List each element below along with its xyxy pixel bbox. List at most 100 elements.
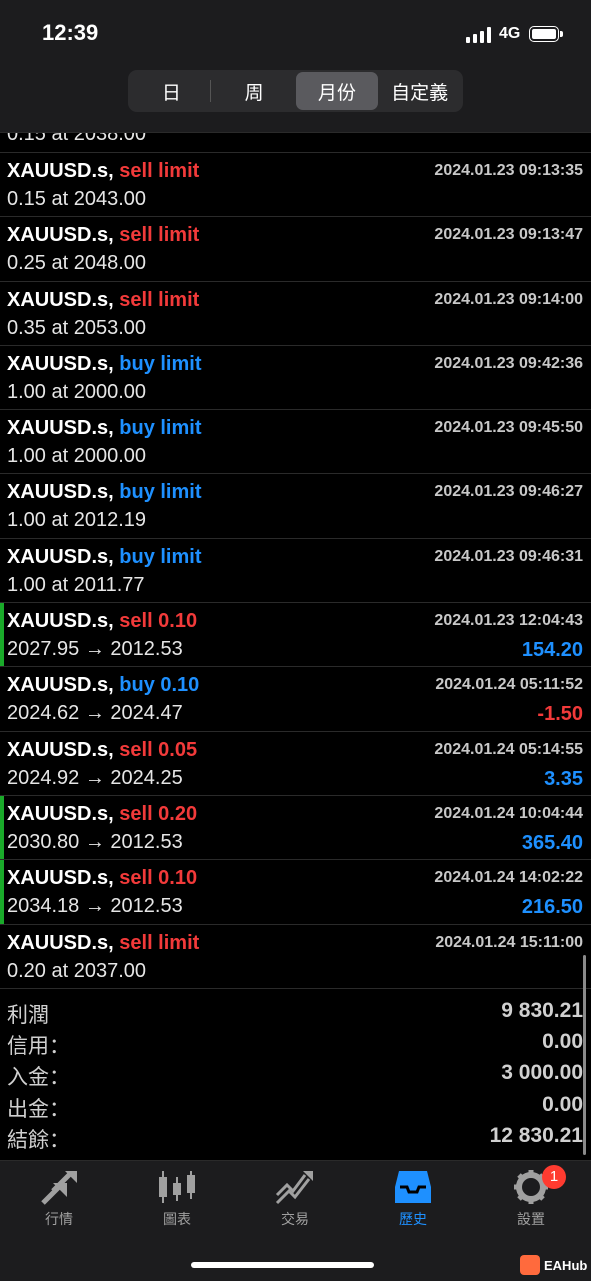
order-action: buy 0.10 xyxy=(119,674,200,697)
summary-value: 0.00 xyxy=(542,1030,583,1054)
order-action: buy limit xyxy=(119,352,202,375)
tab-label: 設置 xyxy=(517,1211,545,1227)
order-title: XAUUSD.s, sell 0.05 xyxy=(7,739,197,762)
order-title: XAUUSD.s, sell limit xyxy=(7,289,199,312)
summary-label: 入金： xyxy=(7,1066,70,1090)
order-detail: 2030.80 → 2012.53 xyxy=(7,830,183,853)
summary-label: 信用： xyxy=(7,1035,70,1059)
order-detail: 2024.62 → 2024.47 xyxy=(7,702,183,725)
order-timestamp: 2024.01.23 09:13:35 xyxy=(434,162,583,179)
order-timestamp: 2024.01.24 10:04:44 xyxy=(434,804,583,822)
segment-month[interactable]: 月份 xyxy=(295,72,379,110)
list-item[interactable]: XAUUSD.s, sell limit 2024.01.24 15:11:00 0… xyxy=(0,925,591,989)
candlestick-chart-icon xyxy=(159,1171,195,1203)
order-detail: 0.15 at 2043.00 xyxy=(7,188,147,210)
list-item[interactable]: XAUUSD.s, buy limit 2024.01.23 09:45:50 1.… xyxy=(0,410,591,475)
order-title: XAUUSD.s, buy limit xyxy=(7,481,202,504)
order-detail: 1.00 at 2000.00 xyxy=(7,380,147,403)
history-list[interactable]: 0.15 at 2038.00 XAUUSD.s, sell limit 2024… xyxy=(0,133,591,991)
order-title: XAUUSD.s, sell limit xyxy=(7,932,199,955)
order-detail: 1.00 at 2011.77 xyxy=(7,573,145,596)
profit-indicator-bar xyxy=(0,860,4,924)
order-action: buy limit xyxy=(119,545,202,568)
tab-settings[interactable]: 1 設置 xyxy=(472,1165,590,1239)
history-inbox-icon xyxy=(395,1171,431,1203)
order-timestamp: 2024.01.23 12:04:43 xyxy=(434,612,583,630)
order-timestamp: 2024.01.23 09:46:27 xyxy=(434,483,583,501)
segment-day[interactable]: 日 xyxy=(130,72,213,110)
order-action: sell 0.20 xyxy=(119,802,198,825)
order-action: sell limit xyxy=(119,224,200,247)
order-title: XAUUSD.s, sell 0.10 xyxy=(7,610,197,633)
home-indicator[interactable] xyxy=(191,1262,374,1268)
account-summary: 利潤 9 830.21 信用： 0.00 入金： 3 000.00 出金： 0.… xyxy=(0,997,591,1153)
quotes-arrows-icon xyxy=(41,1171,77,1205)
order-detail: 2034.18 → 2012.53 xyxy=(7,895,183,918)
symbol: XAUUSD.s, xyxy=(7,224,114,247)
order-title: XAUUSD.s, buy 0.10 xyxy=(7,674,199,697)
list-item[interactable]: 0.15 at 2038.00 xyxy=(0,133,591,153)
tab-trade[interactable]: 交易 xyxy=(236,1169,354,1239)
order-detail: 2027.95 → 2012.53 xyxy=(7,638,183,661)
list-item[interactable]: XAUUSD.s, sell 0.20 2024.01.24 10:04:44 20… xyxy=(0,795,591,861)
list-item[interactable]: XAUUSD.s, sell 0.10 2024.01.23 12:04:43 20… xyxy=(0,603,591,668)
segment-divider xyxy=(210,80,211,102)
list-item[interactable]: XAUUSD.s, sell limit 2024.01.23 09:13:35 0… xyxy=(0,153,591,218)
list-item[interactable]: XAUUSD.s, sell 0.10 2024.01.24 14:02:22 20… xyxy=(0,860,591,925)
signal-icon xyxy=(466,27,491,43)
symbol: XAUUSD.s, xyxy=(7,674,114,697)
summary-withdrawal: 出金： 0.00 xyxy=(0,1091,591,1122)
list-item[interactable]: XAUUSD.s, buy limit 2024.01.23 09:46:27 1.… xyxy=(0,474,591,539)
list-item[interactable]: XAUUSD.s, sell limit 2024.01.23 09:14:00 0… xyxy=(0,282,591,346)
order-timestamp: 2024.01.23 09:14:00 xyxy=(434,290,583,308)
order-timestamp: 2024.01.24 15:11:00 xyxy=(435,933,583,951)
summary-deposit: 入金： 3 000.00 xyxy=(0,1059,591,1090)
symbol: XAUUSD.s, xyxy=(7,610,114,633)
list-item[interactable]: XAUUSD.s, buy 0.10 2024.01.24 05:11:52 202… xyxy=(0,667,591,732)
order-title: XAUUSD.s, buy limit xyxy=(7,546,202,569)
order-profit: 365.40 xyxy=(521,831,583,854)
summary-balance: 結餘： 12 830.21 xyxy=(0,1122,591,1153)
order-action: sell limit xyxy=(119,160,200,182)
symbol: XAUUSD.s, xyxy=(7,867,114,890)
segment-week[interactable]: 周 xyxy=(213,72,296,110)
segment-custom[interactable]: 自定義 xyxy=(378,72,461,110)
trade-trend-icon xyxy=(275,1171,313,1205)
order-action: sell limit xyxy=(119,931,200,954)
order-title: XAUUSD.s, buy limit xyxy=(7,353,202,376)
tab-history[interactable]: 歷史 xyxy=(354,1169,472,1239)
order-title: XAUUSD.s, sell limit xyxy=(7,224,199,247)
list-item[interactable]: XAUUSD.s, sell limit 2024.01.23 09:13:47 0… xyxy=(0,217,591,282)
summary-value: 9 830.21 xyxy=(501,999,583,1022)
order-detail: 0.25 at 2048.00 xyxy=(7,252,147,275)
order-profit: 154.20 xyxy=(521,639,583,662)
order-action: sell limit xyxy=(119,288,200,311)
order-action: buy limit xyxy=(119,417,202,440)
clock: 12:39 xyxy=(42,20,99,45)
summary-label: 利潤 xyxy=(7,1004,49,1027)
watermark: EAHub xyxy=(520,1255,587,1275)
order-action: sell 0.10 xyxy=(119,610,198,633)
order-title: XAUUSD.s, buy limit xyxy=(7,417,202,440)
notification-badge: 1 xyxy=(542,1165,566,1189)
order-timestamp: 2024.01.24 14:02:22 xyxy=(434,869,583,887)
period-segmented-control: 日 周 月份 自定義 xyxy=(128,70,463,112)
summary-profit: 利潤 9 830.21 xyxy=(0,997,591,1028)
profit-indicator-bar xyxy=(0,795,4,860)
battery-icon xyxy=(529,26,563,42)
summary-value: 12 830.21 xyxy=(489,1123,583,1147)
tab-charts[interactable]: 圖表 xyxy=(118,1169,236,1239)
list-item[interactable]: XAUUSD.s, buy limit 2024.01.23 09:42:36 1.… xyxy=(0,346,591,411)
list-item[interactable]: XAUUSD.s, buy limit 2024.01.23 09:46:31 1.… xyxy=(0,539,591,604)
order-detail: 0.15 at 2038.00 xyxy=(7,133,147,145)
order-detail: 2024.92 → 2024.25 xyxy=(7,766,183,789)
order-profit: 216.50 xyxy=(521,896,583,919)
network-type: 4G xyxy=(499,25,521,42)
order-title: XAUUSD.s, sell limit xyxy=(7,160,199,183)
summary-label: 出金： xyxy=(7,1097,70,1121)
symbol: XAUUSD.s, xyxy=(7,931,114,954)
list-item[interactable]: XAUUSD.s, sell 0.05 2024.01.24 05:14:55 20… xyxy=(0,732,591,796)
tab-quotes[interactable]: 行情 xyxy=(0,1169,118,1239)
order-action: buy limit xyxy=(119,481,202,504)
summary-credit: 信用： 0.00 xyxy=(0,1028,591,1059)
